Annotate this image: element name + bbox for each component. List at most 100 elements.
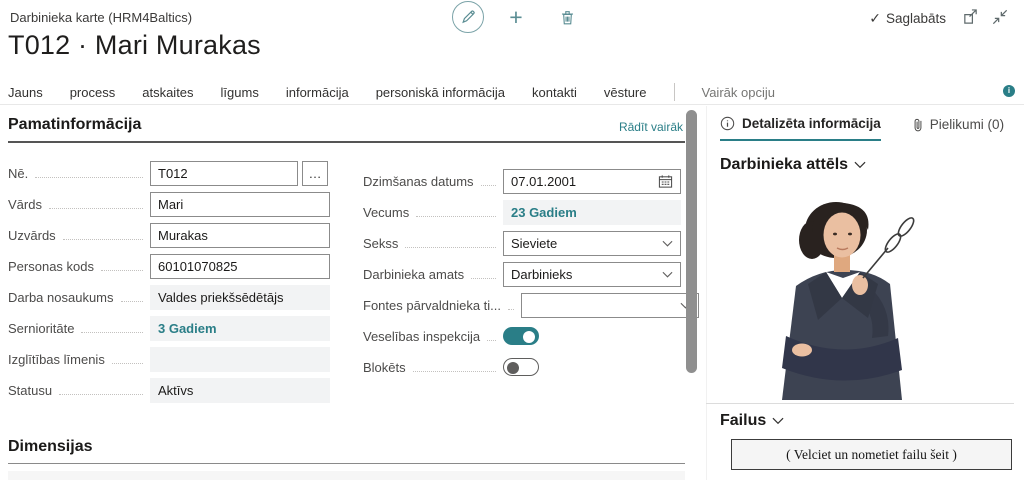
section-pamatinformacija-header: Pamatinformācija Rādīt vairāk <box>8 116 685 143</box>
ribbon-item-jauns[interactable]: Jauns <box>8 85 43 100</box>
photo-section-header[interactable]: Darbinieka attēls <box>720 156 866 174</box>
dzimsanas-datums-input[interactable]: 07.01.2001 <box>503 168 681 194</box>
personas-kods-input[interactable]: 60101070825 <box>150 253 330 279</box>
delete-button[interactable] <box>555 5 579 29</box>
ribbon-separator <box>673 83 675 101</box>
field-row-vecums: Vecums 23 Gadiem <box>363 199 681 225</box>
chevron-down-icon <box>662 240 673 247</box>
chevron-down-icon <box>772 417 784 425</box>
breadcrumb[interactable]: Darbinieka karte (HRM4Baltics) <box>10 10 192 25</box>
new-record-button[interactable]: + <box>503 4 529 30</box>
collapse-icon <box>992 9 1010 25</box>
sekss-value: Sieviete <box>511 235 558 251</box>
senioritate-readonly[interactable]: 3 Gadiem <box>150 315 330 341</box>
check-icon: ✓ <box>869 10 881 26</box>
field-row-darba-nosaukums: Darba nosaukums Valdes priekšsēdētājs <box>8 284 330 310</box>
field-row-senioritate: Sernioritāte 3 Gadiem <box>8 315 330 341</box>
info-icon <box>720 116 735 131</box>
save-status: ✓ Saglabāts <box>869 10 946 27</box>
field-row-dzimsanas-datums: Dzimšanas datums 07.01.2001 <box>363 168 681 194</box>
field-row-vards: Vārds Mari <box>8 191 330 217</box>
section-title: Pamatinformācija <box>8 116 142 133</box>
factbox-horizontal-divider <box>706 403 1014 404</box>
vecums-readonly[interactable]: 23 Gadiem <box>503 199 681 225</box>
files-section-header[interactable]: Failus <box>720 412 784 430</box>
photo-section-title: Darbinieka attēls <box>720 156 849 173</box>
field-label: Statusu <box>8 382 53 398</box>
field-label: Blokēts <box>363 359 406 375</box>
field-label: Uzvārds <box>8 227 56 243</box>
tab-pielikumi[interactable]: Pielikumi (0) <box>913 116 1004 141</box>
field-row-fontes-parvaldnieka: Fontes pārvaldnieka ti... <box>363 292 700 318</box>
uzvards-value: Murakas <box>158 227 208 243</box>
info-dot-icon[interactable]: i <box>1003 85 1015 97</box>
darbinieka-amats-value: Darbinieks <box>511 266 573 282</box>
field-row-darbinieka-amats: Darbinieka amats Darbinieks <box>363 261 681 287</box>
ribbon-item-ligums[interactable]: līgums <box>221 85 259 100</box>
vertical-scrollbar[interactable] <box>686 110 697 373</box>
dotted-leader <box>508 301 515 310</box>
factbox-left-divider <box>706 106 707 480</box>
trash-icon <box>559 8 576 26</box>
field-row-no: Nē. T012 … <box>8 160 330 186</box>
page-title: T012 · Mari Murakas <box>8 30 261 60</box>
chevron-down-icon <box>854 161 866 169</box>
blokets-toggle[interactable] <box>503 358 539 376</box>
field-label: Veselības inspekcija <box>363 328 481 344</box>
ellipsis-icon: … <box>308 165 322 181</box>
calendar-icon[interactable] <box>658 174 673 189</box>
dotted-leader <box>111 355 143 364</box>
darba-nosaukums-value: Valdes priekšsēdētājs <box>158 289 284 305</box>
edit-button[interactable] <box>452 1 484 33</box>
tab-label: Pielikumi (0) <box>929 117 1005 132</box>
field-label: Vārds <box>8 196 42 212</box>
open-in-new-window-button[interactable] <box>962 9 980 27</box>
ribbon-item-vesture[interactable]: vēsture <box>604 85 647 100</box>
sekss-dropdown[interactable]: Sieviete <box>503 230 681 256</box>
field-label: Nē. <box>8 165 29 181</box>
paperclip-icon <box>913 117 923 133</box>
veselibas-inspekcija-toggle[interactable] <box>503 327 539 345</box>
field-row-personas-kods: Personas kods 60101070825 <box>8 253 330 279</box>
dotted-leader <box>62 231 143 240</box>
tab-detalizeta-informacija[interactable]: Detalizēta informācija <box>720 116 881 141</box>
tab-label: Detalizēta informācija <box>742 116 881 131</box>
field-label: Sekss <box>363 235 399 251</box>
field-label: Dzimšanas datums <box>363 173 474 189</box>
vards-input[interactable]: Mari <box>150 191 330 217</box>
no-value: T012 <box>158 165 188 181</box>
show-more-link[interactable]: Rādīt vairāk <box>619 120 683 134</box>
dotted-leader <box>412 363 496 372</box>
field-label: Izglītības līmenis <box>8 351 105 367</box>
dotted-leader <box>487 332 496 341</box>
dotted-leader <box>59 386 143 395</box>
ribbon-item-kontakti[interactable]: kontakti <box>532 85 577 100</box>
field-label: Personas kods <box>8 258 94 274</box>
dotted-leader <box>120 293 143 302</box>
factbox-tabs: Detalizēta informācija Pielikumi (0) <box>720 116 1004 141</box>
dotted-leader <box>471 270 496 279</box>
section-title: Dimensijas <box>8 438 93 455</box>
dropzone-label: ( Velciet un nometiet failu šeit ) <box>786 446 957 462</box>
field-row-statusu: Statusu Aktīvs <box>8 377 330 403</box>
file-dropzone[interactable]: ( Velciet un nometiet failu šeit ) <box>731 439 1012 470</box>
uzvards-input[interactable]: Murakas <box>150 222 330 248</box>
statusu-readonly: Aktīvs <box>150 377 330 403</box>
ribbon-item-process[interactable]: process <box>70 85 116 100</box>
popout-icon <box>962 9 980 26</box>
lookup-ellipsis-button[interactable]: … <box>302 160 328 186</box>
no-input[interactable]: T012 <box>150 160 298 186</box>
ribbon-item-informacija[interactable]: informācija <box>286 85 349 100</box>
ribbon-item-atskaites[interactable]: atskaites <box>142 85 193 100</box>
ribbon-more-options[interactable]: Vairāk opciju <box>702 85 775 100</box>
collapse-view-button[interactable] <box>992 9 1010 27</box>
fields-left-column: Nē. T012 … Vārds Mari Uzvārds Murakas Pe… <box>8 160 330 408</box>
field-row-blokets: Blokēts <box>363 354 681 380</box>
dotted-leader <box>35 169 143 178</box>
field-row-sekss: Sekss Sieviete <box>363 230 681 256</box>
ribbon-item-personiska-informacija[interactable]: personiskā informācija <box>376 85 505 100</box>
fontes-parvaldnieka-dropdown[interactable] <box>521 292 700 318</box>
vecums-value: 23 Gadiem <box>511 204 577 220</box>
field-label: Darba nosaukums <box>8 289 114 305</box>
darbinieka-amats-dropdown[interactable]: Darbinieks <box>503 261 681 287</box>
